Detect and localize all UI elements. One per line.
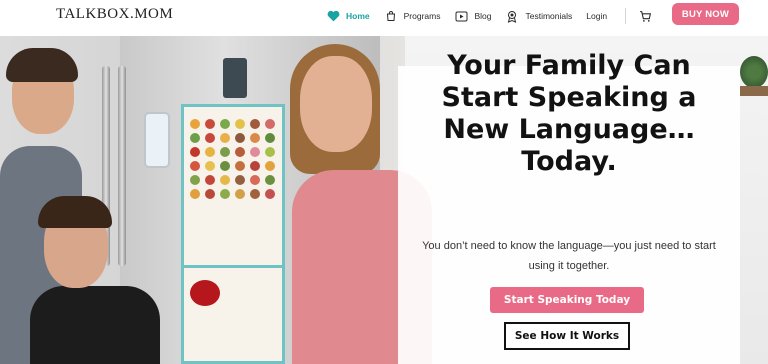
- nav-label-programs: Programs: [403, 11, 441, 21]
- see-how-it-works-button[interactable]: See How It Works: [504, 322, 630, 350]
- nav-item-programs[interactable]: Programs: [384, 9, 441, 23]
- start-speaking-button[interactable]: Start Speaking Today: [490, 287, 644, 313]
- nav-label-login: Login: [586, 11, 608, 21]
- site-header: TALKBOX.MOM Home Programs Blog Testimoni…: [0, 0, 768, 36]
- hero-photo-older-boy-hair: [6, 48, 78, 82]
- hero-photo-younger-boy-hair: [38, 196, 112, 228]
- nav-label-blog: Blog: [474, 11, 492, 21]
- hero-photo-device: [223, 58, 247, 98]
- chart-poster-divider: [181, 265, 285, 268]
- hero-title-line: Today.: [521, 146, 617, 177]
- chart-poster-grid: [190, 119, 276, 199]
- cart-icon[interactable]: [638, 9, 652, 23]
- hero-subtitle-line: You don’t need to know the language—you …: [422, 240, 716, 252]
- hero-subtitle: You don’t need to know the language—you …: [404, 236, 734, 276]
- nav-item-testimonials[interactable]: Testimonials: [505, 9, 572, 23]
- hero-photo-younger-boy: [30, 286, 160, 364]
- hero-subtitle-line: using it together.: [528, 260, 610, 272]
- buy-now-button[interactable]: BUY NOW: [672, 3, 739, 25]
- nav-divider: [625, 8, 627, 24]
- play-icon: [454, 9, 468, 23]
- nav-item-blog[interactable]: Blog: [454, 9, 491, 23]
- hero-title-line: New Language…: [443, 114, 695, 145]
- badge-icon: [505, 9, 519, 23]
- heart-icon: [326, 9, 340, 23]
- nav-item-home[interactable]: Home: [326, 9, 370, 23]
- main-nav: Home Programs Blog Testimonials Login: [326, 8, 670, 24]
- nav-label-testimonials: Testimonials: [525, 11, 573, 21]
- bag-icon: [384, 9, 398, 23]
- hero-photo-chart-poster: [181, 104, 285, 364]
- nav-label-home: Home: [346, 11, 370, 21]
- nav-item-login[interactable]: Login: [586, 11, 607, 21]
- hero-photo-mother-face: [300, 56, 372, 152]
- hero-title: Your Family Can Start Speaking a New Lan…: [398, 50, 740, 178]
- hero-photo-shelf: [740, 86, 768, 96]
- fridge-handle: [118, 66, 126, 266]
- hero-photo-plant: [740, 56, 768, 88]
- brand-logo[interactable]: TALKBOX.MOM: [56, 6, 173, 23]
- hero-photo-phone: [144, 112, 170, 168]
- hero-photo-apple: [190, 280, 220, 306]
- hero-title-line: Start Speaking a: [441, 82, 697, 113]
- hero-title-line: Your Family Can: [447, 50, 691, 81]
